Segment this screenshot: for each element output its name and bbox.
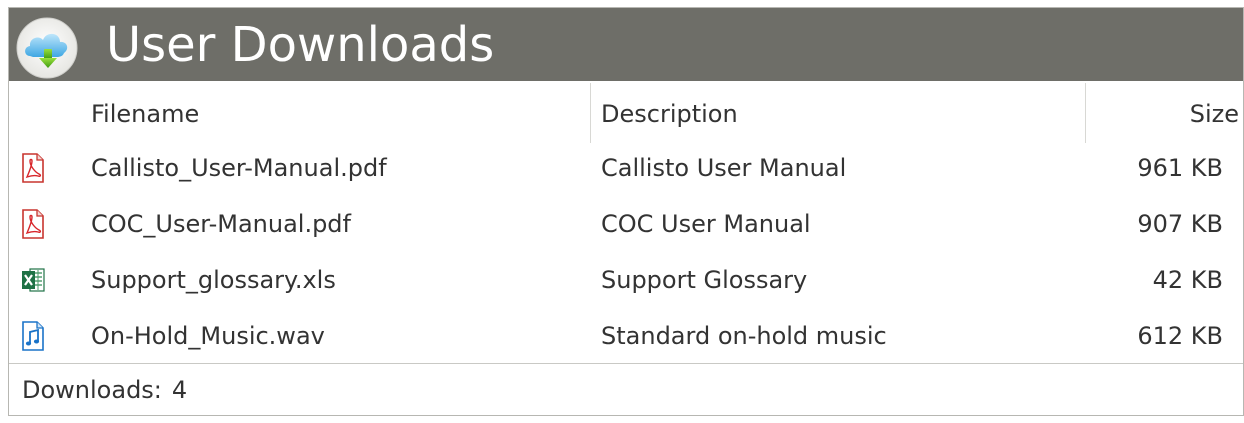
file-description: Callisto User Manual <box>601 154 847 182</box>
downloads-count-value: 4 <box>171 376 188 404</box>
file-size: 961 KB <box>1137 154 1223 182</box>
file-row[interactable]: Support_glossary.xls Support Glossary 42… <box>9 252 1243 308</box>
page-title: User Downloads <box>106 17 495 73</box>
column-divider[interactable] <box>590 83 591 143</box>
pdf-file-icon <box>22 209 44 239</box>
file-description: Support Glossary <box>601 266 808 294</box>
column-header-size[interactable]: Size <box>1190 81 1239 147</box>
file-row[interactable]: On-Hold_Music.wav Standard on-hold music… <box>9 308 1243 364</box>
file-size: 612 KB <box>1137 322 1223 350</box>
panel-header: User Downloads <box>9 8 1243 81</box>
column-divider[interactable] <box>1085 83 1086 143</box>
cloud-download-icon <box>16 17 78 79</box>
file-name-link[interactable]: COC_User-Manual.pdf <box>91 196 351 252</box>
file-name-link[interactable]: Callisto_User-Manual.pdf <box>91 140 387 196</box>
file-name-link[interactable]: Support_glossary.xls <box>91 252 336 308</box>
downloads-panel: User Downloads Filename Description Size… <box>8 7 1244 416</box>
excel-file-icon <box>22 268 45 292</box>
column-header-description[interactable]: Description <box>601 81 738 147</box>
pdf-file-icon <box>22 153 44 183</box>
file-description: COC User Manual <box>601 210 811 238</box>
footer-divider <box>9 363 1243 364</box>
file-size: 907 KB <box>1137 210 1223 238</box>
downloads-label: Downloads: <box>22 376 162 404</box>
column-header-filename[interactable]: Filename <box>91 81 199 147</box>
file-description: Standard on-hold music <box>601 322 887 350</box>
file-name-link[interactable]: On-Hold_Music.wav <box>91 308 325 364</box>
file-size: 42 KB <box>1152 266 1223 294</box>
file-row[interactable]: COC_User-Manual.pdf COC User Manual 907 … <box>9 196 1243 252</box>
file-row[interactable]: Callisto_User-Manual.pdf Callisto User M… <box>9 140 1243 196</box>
audio-file-icon <box>22 321 44 351</box>
downloads-count: Downloads: 4 <box>22 364 187 416</box>
